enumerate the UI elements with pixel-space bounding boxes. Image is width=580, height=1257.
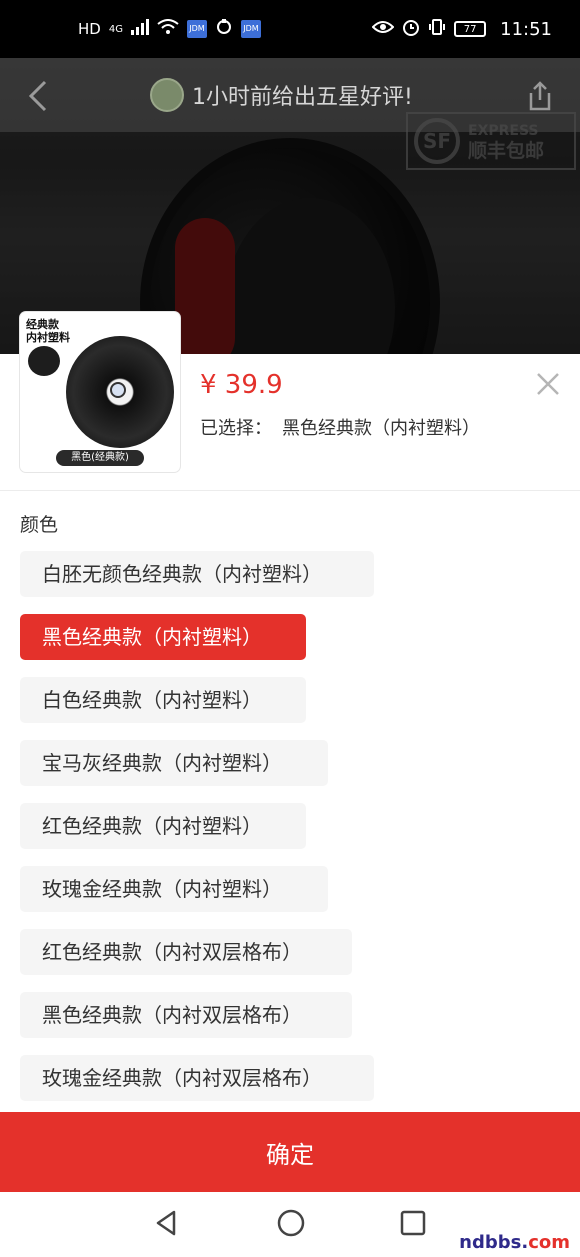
color-option[interactable]: 玫瑰金经典款（内衬双层格布） [20,1055,374,1101]
battery-icon: 77 [454,21,487,37]
avatar [150,78,184,112]
status-right: 77 11:51 [371,18,552,40]
share-icon[interactable] [524,78,556,114]
system-nav-bar: ndbbs.com [0,1192,580,1257]
divider [0,490,580,491]
color-group-title: 颜色 [20,514,59,536]
network-type: 4G [108,23,123,35]
color-option[interactable]: 黑色经典款（内衬双层格布） [20,992,352,1038]
nav-recent-icon[interactable] [398,1208,428,1238]
review-notice: 1小时前给出五星好评! [150,78,413,112]
wifi-icon [157,19,179,39]
top-bar: 1小时前给出五星好评! [0,58,580,132]
thumb-mini-image [28,346,60,376]
watermark: ndbbs.com [459,1232,570,1253]
color-option[interactable]: 白胚无颜色经典款（内衬塑料） [20,551,374,597]
color-option[interactable]: 红色经典款（内衬塑料） [20,803,306,849]
alarm-icon [402,18,420,40]
clock: 11:51 [500,18,552,40]
eye-icon [371,19,395,39]
back-arrow-icon[interactable] [22,78,54,114]
jd-app-icon-2: JDM [240,20,261,38]
status-left: HD 4G JDM JDM [78,18,261,40]
product-price: ¥ 39.9 [200,370,283,400]
selected-summary: 已选择： 黑色经典款（内衬塑料） [200,414,480,440]
notification-icon [215,18,233,40]
thumb-caption: 黑色(经典款) [56,450,144,466]
vibrate-icon [428,18,446,40]
signal-icon [130,19,149,39]
color-option[interactable]: 宝马灰经典款（内衬塑料） [20,740,328,786]
notice-text: 1小时前给出五星好评! [192,85,413,110]
confirm-button[interactable]: 确定 [0,1112,580,1192]
selected-value: 黑色经典款（内衬塑料） [282,418,480,439]
sku-selector-sheet: 经典款 内衬塑料 黑色(经典款) ¥ 39.9 已选择： 黑色经典款（内衬塑料）… [0,312,580,1190]
hd-indicator: HD [78,20,101,38]
color-options: 白胚无颜色经典款（内衬塑料） 黑色经典款（内衬塑料） 白色经典款（内衬塑料） 宝… [20,551,560,1118]
watermark-left: ndbbs. [459,1232,529,1253]
status-bar: HD 4G JDM JDM 77 11:51 [0,0,580,58]
color-option[interactable]: 玫瑰金经典款（内衬塑料） [20,866,328,912]
watermark-right: com [528,1232,570,1253]
thumb-label-lining: 内衬塑料 [26,331,70,344]
color-option-selected[interactable]: 黑色经典款（内衬塑料） [20,614,306,660]
product-thumbnail[interactable]: 经典款 内衬塑料 黑色(经典款) [20,312,180,472]
thumb-label-style: 经典款 [26,318,59,331]
selected-label: 已选择： [200,418,272,439]
nav-back-icon[interactable] [152,1208,182,1238]
color-option[interactable]: 红色经典款（内衬双层格布） [20,929,352,975]
nav-home-icon[interactable] [276,1208,306,1238]
close-icon[interactable] [534,370,562,398]
jd-app-icon: JDM [186,20,207,38]
bmw-logo-icon [110,382,126,398]
color-option[interactable]: 白色经典款（内衬塑料） [20,677,306,723]
